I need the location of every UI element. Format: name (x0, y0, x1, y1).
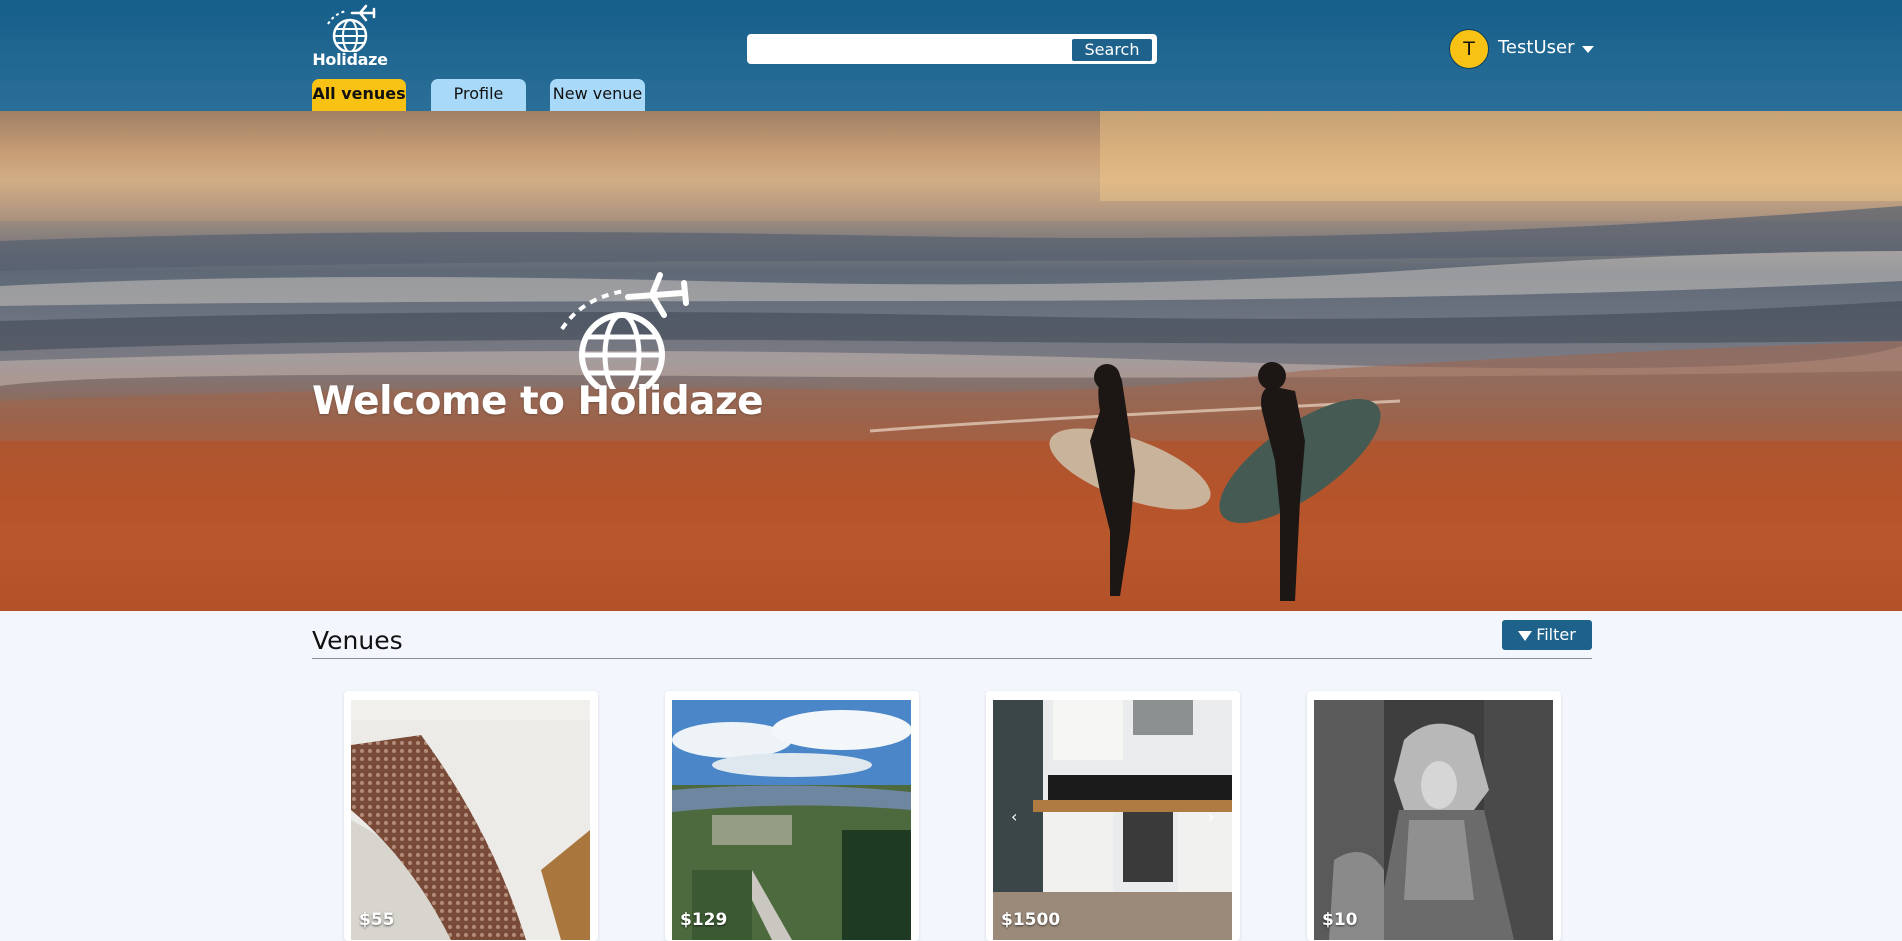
carousel-next-icon: › (1208, 807, 1214, 826)
hero-banner: Welcome to Holidaze (0, 111, 1902, 611)
venue-image: ‹ › $1500 (993, 700, 1232, 940)
venue-image: $10 (1314, 700, 1553, 940)
hero-title: Welcome to Holidaze (312, 379, 764, 424)
venue-image: $129 (672, 700, 911, 940)
venue-card[interactable]: $10 (1307, 691, 1561, 941)
avatar: T (1449, 29, 1489, 69)
user-menu[interactable]: T TestUser (1449, 29, 1599, 69)
venue-price: $55 (359, 910, 395, 930)
venue-card[interactable]: $129 (665, 691, 919, 941)
logo-text: Holidaze (312, 50, 388, 69)
username: TestUser (1498, 37, 1575, 58)
venue-card[interactable]: $55 (344, 691, 598, 941)
globe-plane-logo-icon (560, 272, 689, 389)
filter-button[interactable]: Filter (1502, 620, 1592, 650)
caret-down-icon (1582, 46, 1594, 53)
tab-profile[interactable]: Profile (431, 79, 526, 111)
search-input[interactable] (753, 39, 1077, 61)
venues-heading: Venues (312, 626, 403, 655)
search-bar: Search (747, 34, 1157, 64)
venue-price: $129 (680, 910, 728, 930)
search-button[interactable]: Search (1072, 39, 1152, 61)
site-logo[interactable]: Holidaze (312, 2, 388, 70)
globe-plane-logo-icon (327, 4, 376, 52)
filter-label: Filter (1536, 625, 1576, 644)
venue-image: $55 (351, 700, 590, 940)
tab-all-venues[interactable]: All venues (312, 79, 406, 111)
site-header: Holidaze Search T TestUser All venues Pr… (0, 0, 1902, 111)
tab-new-venue[interactable]: New venue (550, 79, 645, 111)
filter-icon (1518, 631, 1533, 641)
carousel-prev-icon: ‹ (1011, 807, 1017, 826)
beach-surfers-image (0, 111, 1902, 611)
venue-price: $1500 (1001, 910, 1061, 930)
section-divider (312, 658, 1592, 659)
venue-card[interactable]: ‹ › $1500 (986, 691, 1240, 941)
venue-price: $10 (1322, 910, 1358, 930)
